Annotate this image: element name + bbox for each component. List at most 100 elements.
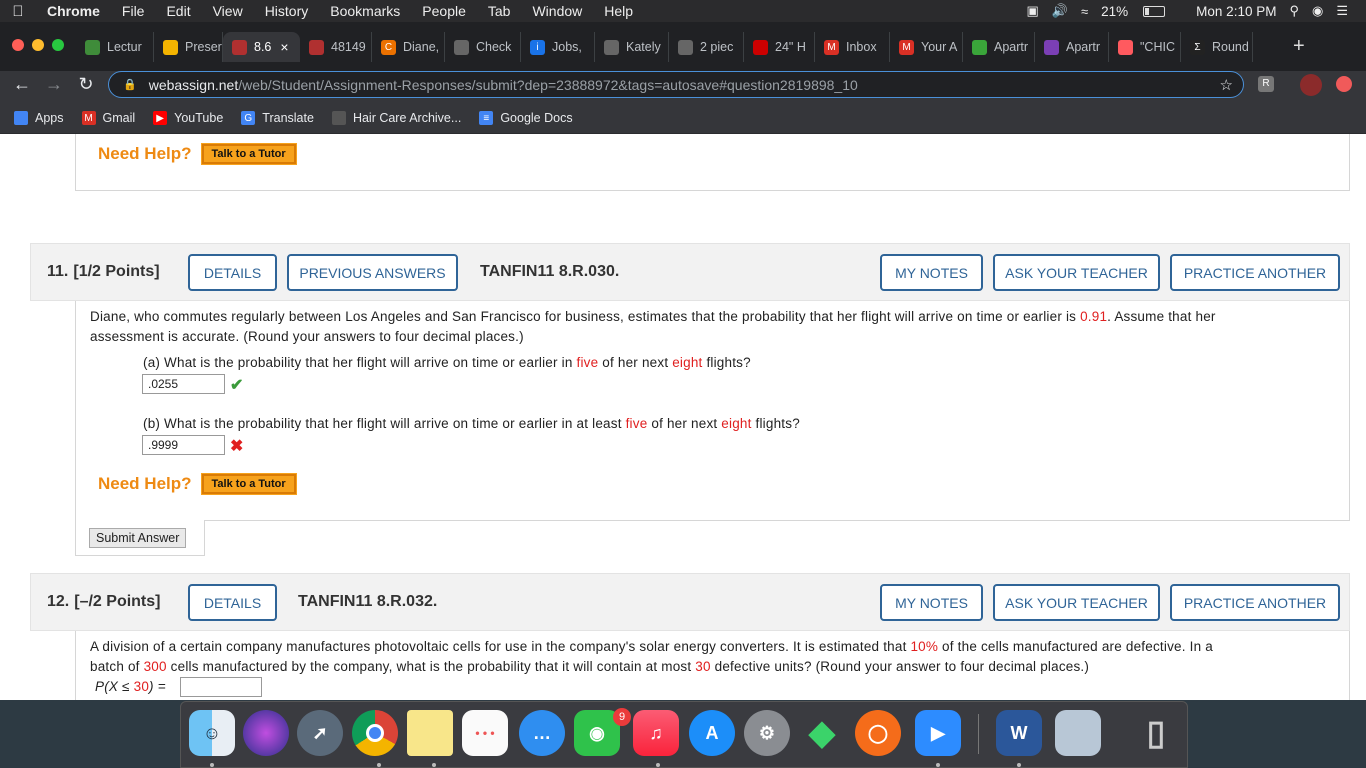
app-store-icon[interactable]: A bbox=[689, 710, 735, 756]
zoom-icon[interactable]: ▶ bbox=[915, 710, 961, 756]
forward-arrow-icon[interactable]: → bbox=[42, 74, 66, 95]
origin-icon[interactable]: ◯ bbox=[855, 710, 901, 756]
browser-tab[interactable]: M Your A bbox=[890, 32, 963, 62]
battery-icon[interactable] bbox=[1143, 5, 1166, 17]
browser-tab[interactable]: "CHIC bbox=[1109, 32, 1181, 62]
my-notes-button[interactable]: MY NOTES bbox=[880, 254, 983, 291]
address-bar[interactable]: 🔒 webassign.net/web/Student/Assignment-R… bbox=[108, 71, 1244, 98]
webassign-page: Need Help? Talk to a Tutor 11. [1/2 Point… bbox=[0, 134, 1366, 700]
target-icon bbox=[753, 39, 768, 55]
browser-tab[interactable]: 48149 bbox=[300, 32, 372, 62]
siri-icon[interactable] bbox=[243, 710, 289, 756]
minimize-window-button[interactable] bbox=[32, 39, 44, 51]
q12-answer-input[interactable] bbox=[180, 677, 262, 697]
reminders-icon[interactable]: • • • bbox=[462, 710, 508, 756]
apple-menu-icon[interactable]:  bbox=[0, 3, 36, 20]
part-a-answer-input[interactable] bbox=[142, 374, 225, 394]
close-window-button[interactable] bbox=[12, 39, 24, 51]
menubar-status-area: ▣ 🔊 ≈ 21% Mon 2:10 PM ⚲ ◉ ☰ bbox=[1027, 0, 1366, 22]
bookmark-star-icon[interactable]: ☆ bbox=[1220, 76, 1233, 94]
messages-icon[interactable]: … bbox=[519, 710, 565, 756]
browser-tab[interactable]: C Diane, bbox=[372, 32, 445, 62]
browser-tab[interactable]: 24" H bbox=[744, 32, 815, 62]
menu-app-name[interactable]: Chrome bbox=[36, 3, 111, 19]
bookmark-item[interactable]: ▶ YouTube bbox=[153, 111, 223, 125]
ask-your-teacher-button[interactable]: ASK YOUR TEACHER bbox=[993, 254, 1160, 291]
question-number: 12. [–/2 Points] bbox=[47, 593, 161, 610]
details-button[interactable]: DETAILS bbox=[188, 584, 277, 621]
browser-tab[interactable]: Check bbox=[445, 32, 521, 62]
menu-people[interactable]: People bbox=[411, 3, 477, 19]
bookmark-item[interactable]: G Translate bbox=[241, 111, 314, 125]
browser-tab[interactable]: M Inbox bbox=[815, 32, 890, 62]
chrome-icon[interactable] bbox=[352, 710, 398, 756]
bookmark-label: YouTube bbox=[174, 111, 224, 125]
browser-tab[interactable]: 8.6 × bbox=[223, 32, 300, 62]
previous-answers-button[interactable]: PREVIOUS ANSWERS bbox=[287, 254, 458, 291]
menu-file[interactable]: File bbox=[111, 3, 156, 19]
browser-tab[interactable]: i Jobs, bbox=[521, 32, 595, 62]
trash-icon[interactable]: ▯ bbox=[1133, 710, 1179, 756]
incorrect-x-icon: ✖ bbox=[230, 438, 244, 455]
notification-center-icon[interactable]: ☰ bbox=[1336, 3, 1348, 19]
submit-answer-button[interactable]: Submit Answer bbox=[89, 528, 187, 548]
back-arrow-icon[interactable]: ← bbox=[10, 74, 34, 95]
volume-icon[interactable]: 🔊 bbox=[1052, 3, 1068, 19]
wifi-icon[interactable]: ≈ bbox=[1081, 4, 1088, 19]
part-b-answer-input[interactable] bbox=[142, 435, 225, 455]
word-icon[interactable]: W bbox=[996, 710, 1042, 756]
menu-view[interactable]: View bbox=[202, 3, 254, 19]
profile-avatar[interactable] bbox=[1300, 74, 1322, 96]
browser-tab[interactable]: Apartr bbox=[1035, 32, 1109, 62]
notes-icon[interactable] bbox=[407, 710, 453, 756]
macos-dock: ☺ ➚ • • • … ◉ 9 ♫ A ⚙ ◆ ◯ ▶ W ▯ bbox=[180, 701, 1188, 768]
my-notes-button[interactable]: MY NOTES bbox=[880, 584, 983, 621]
siri-icon[interactable]: ◉ bbox=[1312, 3, 1323, 19]
menu-edit[interactable]: Edit bbox=[155, 3, 201, 19]
menu-window[interactable]: Window bbox=[521, 3, 593, 19]
talk-to-tutor-button[interactable]: Talk to a Tutor bbox=[200, 473, 297, 495]
browser-tab[interactable]: Preser bbox=[154, 32, 223, 62]
menu-history[interactable]: History bbox=[254, 3, 320, 19]
details-button[interactable]: DETAILS bbox=[188, 254, 277, 291]
tab-title: "CHIC bbox=[1140, 40, 1175, 54]
browser-tab[interactable]: Σ Round bbox=[1181, 32, 1253, 62]
launchpad-rocket-icon[interactable]: ➚ bbox=[297, 710, 343, 756]
sims-plumbob-icon[interactable]: ◆ bbox=[799, 710, 845, 756]
menu-bookmarks[interactable]: Bookmarks bbox=[319, 3, 411, 19]
tab-title: Diane, bbox=[403, 40, 440, 54]
apps-grid-icon bbox=[14, 111, 28, 125]
talk-to-tutor-button[interactable]: Talk to a Tutor bbox=[200, 143, 297, 165]
submit-area: Submit Answer bbox=[75, 520, 205, 556]
question-points: [–/2 Points] bbox=[74, 593, 161, 610]
browser-tab[interactable]: Apartr bbox=[963, 32, 1035, 62]
music-icon[interactable]: ♫ bbox=[633, 710, 679, 756]
ask-your-teacher-button[interactable]: ASK YOUR TEACHER bbox=[993, 584, 1160, 621]
zoom-window-button[interactable] bbox=[52, 39, 64, 51]
browser-tab[interactable]: Lectur bbox=[76, 32, 154, 62]
menu-help[interactable]: Help bbox=[593, 3, 644, 19]
extension-red-icon[interactable] bbox=[1336, 76, 1352, 92]
preview-photos-icon[interactable] bbox=[1055, 710, 1101, 756]
need-help-q11: Need Help? Talk to a Tutor bbox=[98, 473, 297, 495]
menu-tab[interactable]: Tab bbox=[477, 3, 522, 19]
browser-tab[interactable]: Kately bbox=[595, 32, 669, 62]
new-tab-plus-icon[interactable]: + bbox=[1293, 35, 1305, 58]
bookmark-item[interactable]: Apps bbox=[14, 111, 64, 125]
lock-icon[interactable]: 🔒 bbox=[123, 78, 137, 91]
finder-icon[interactable]: ☺ bbox=[189, 710, 235, 756]
question-12-text: A division of a certain company manufact… bbox=[90, 639, 1213, 674]
bookmark-item[interactable]: Hair Care Archive... bbox=[331, 111, 461, 125]
bookmark-item[interactable]: ≡ Google Docs bbox=[479, 111, 573, 125]
browser-tab[interactable]: 2 piec bbox=[669, 32, 744, 62]
close-tab-icon[interactable]: × bbox=[280, 39, 288, 55]
bookmark-item[interactable]: M Gmail bbox=[81, 111, 135, 125]
spotlight-search-icon[interactable]: ⚲ bbox=[1289, 3, 1299, 19]
reload-icon[interactable]: ↻ bbox=[74, 74, 98, 95]
system-preferences-gear-icon[interactable]: ⚙ bbox=[744, 710, 790, 756]
menubar-clock[interactable]: Mon 2:10 PM bbox=[1196, 4, 1276, 19]
practice-another-button[interactable]: PRACTICE ANOTHER bbox=[1170, 584, 1340, 621]
extension-r-icon[interactable]: R bbox=[1258, 76, 1274, 92]
screen-record-icon[interactable]: ▣ bbox=[1027, 3, 1039, 19]
practice-another-button[interactable]: PRACTICE ANOTHER bbox=[1170, 254, 1340, 291]
